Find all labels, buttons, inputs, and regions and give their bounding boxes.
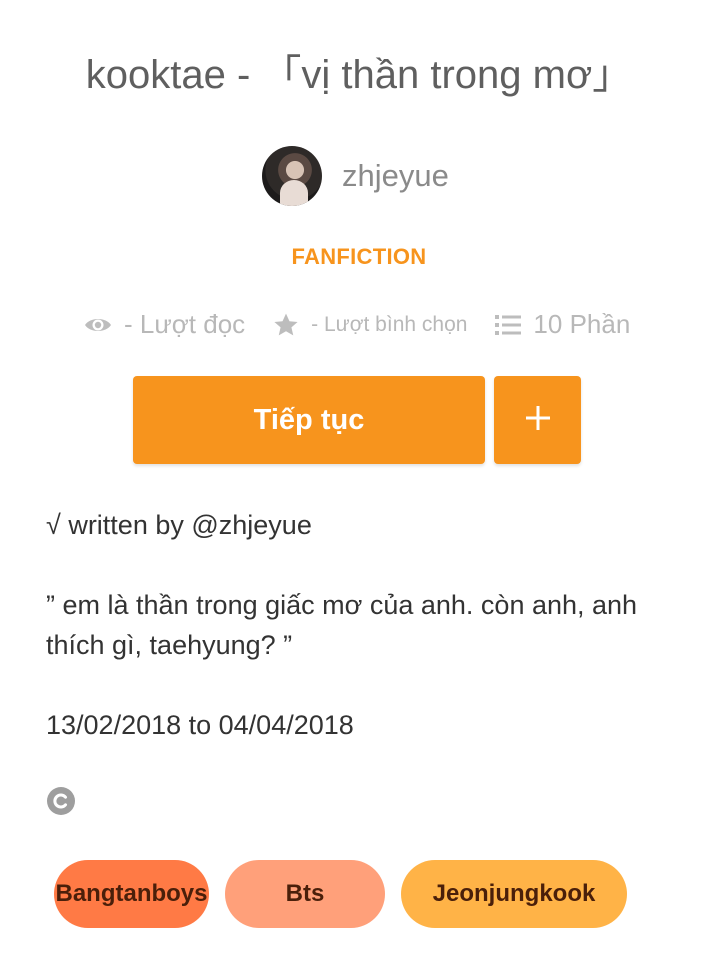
votes-label: - Lượt bình chọn — [311, 312, 468, 336]
tag-list: Bangtanboys Bts Jeonjungkook — [54, 860, 643, 928]
tag-jeonjungkook[interactable]: Jeonjungkook — [401, 860, 627, 928]
parts-stat[interactable]: 10 Phần — [495, 309, 630, 340]
story-title: kooktae - 「vị thần trong mơ」 — [85, 53, 633, 97]
story-description: √ written by @zhjeyue ” em là thần trong… — [46, 505, 686, 745]
list-icon — [495, 314, 522, 336]
tag-label: Bts — [285, 880, 325, 907]
story-stats: - Lượt đọc - Lượt bình chọn 10 Phần — [84, 309, 630, 340]
tag-label: Jeonjungkook — [432, 880, 596, 907]
tag-label: Bangtanboys — [55, 880, 208, 907]
author-name[interactable]: zhjeyue — [342, 158, 449, 194]
reads-label: - Lượt đọc — [124, 309, 246, 339]
tag-bts[interactable]: Bts — [225, 860, 385, 928]
continue-reading-button[interactable]: Tiếp tục — [133, 376, 485, 464]
parts-label[interactable]: 10 Phần — [533, 309, 630, 340]
plus-icon — [524, 404, 552, 437]
eye-icon — [84, 315, 112, 335]
add-to-library-button[interactable] — [494, 376, 581, 464]
votes-stat: - Lượt bình chọn — [273, 312, 467, 338]
description-quote: ” em là thần trong giấc mơ của anh. còn … — [46, 590, 638, 660]
continue-reading-label: Tiếp tục — [253, 403, 365, 436]
tag-bangtanboys[interactable]: Bangtanboys — [54, 860, 209, 928]
copyright-icon[interactable] — [46, 786, 76, 816]
reads-stat: - Lượt đọc — [84, 309, 245, 340]
description-credit: √ written by @zhjeyue — [46, 510, 312, 540]
author-link[interactable]: zhjeyue — [262, 146, 449, 206]
author-avatar[interactable] — [262, 146, 322, 206]
description-dates: 13/02/2018 to 04/04/2018 — [46, 710, 354, 740]
category-link[interactable]: FANFICTION — [0, 244, 718, 270]
star-icon — [273, 312, 299, 338]
